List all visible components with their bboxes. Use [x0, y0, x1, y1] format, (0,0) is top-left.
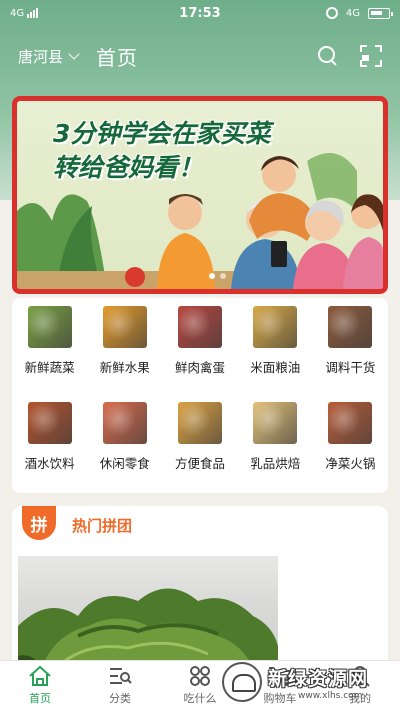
category-item[interactable]: 方便食品	[162, 402, 237, 498]
page-title: 首页	[96, 45, 139, 70]
what-to-eat-icon	[190, 666, 210, 686]
group-buy-section: 拼 热门拼团	[12, 506, 388, 676]
watermark-title: 新绿资源网	[268, 667, 369, 690]
search-icon[interactable]	[318, 46, 338, 66]
watermark-url: www.xlhs.com	[298, 690, 363, 701]
nav-label: 吃什么	[183, 692, 217, 705]
promo-banner[interactable]: 3分钟学会在家买菜 转给爸妈看！	[12, 96, 388, 294]
pagination-dot-active[interactable]	[209, 273, 215, 279]
signal-icon	[27, 8, 39, 18]
app-header: 唐河县 首页	[0, 38, 400, 74]
snacks-icon	[102, 402, 147, 444]
category-label: 乳品烘焙	[250, 456, 301, 471]
category-icon	[110, 668, 132, 684]
dairy-bakery-icon	[253, 402, 298, 444]
banner-headline-line1: 3分钟学会在家买菜	[53, 119, 271, 148]
location-label: 唐河县	[18, 47, 64, 66]
network-type: 4G	[10, 7, 25, 19]
watermark-text: 新绿资源网 www.xlhs.com	[268, 664, 368, 701]
watermark: 新绿资源网 www.xlhs.com	[218, 654, 400, 710]
nav-label: 首页	[29, 692, 51, 705]
banner-headline: 3分钟学会在家买菜 转给爸妈看！	[53, 117, 270, 185]
category-item[interactable]: 休闲零食	[87, 402, 162, 498]
category-label: 休闲零食	[99, 456, 150, 471]
chevron-down-icon	[68, 48, 80, 60]
status-bar: 4G 17:53 4G	[0, 0, 400, 26]
category-panel: 新鲜蔬菜 新鲜水果 鲜肉禽蛋 米面粮油 调料干货 酒水饮料 休闲零食 方便食品 …	[12, 298, 388, 493]
category-item[interactable]: 新鲜蔬菜	[12, 306, 87, 402]
home-icon	[29, 665, 51, 686]
meat-icon	[177, 306, 222, 348]
grain-oil-icon	[253, 306, 298, 348]
category-label: 米面粮油	[250, 360, 301, 375]
status-left: 4G	[10, 7, 39, 19]
drinks-icon	[27, 402, 72, 444]
location-selector[interactable]: 唐河县	[18, 46, 80, 67]
nav-category[interactable]: 分类	[80, 661, 160, 710]
category-item[interactable]: 乳品烘焙	[238, 402, 313, 498]
alarm-icon	[325, 7, 338, 19]
banner-pagination	[209, 273, 226, 279]
category-item[interactable]: 调料干货	[313, 306, 388, 402]
category-label: 方便食品	[174, 456, 225, 471]
pagination-dot[interactable]	[220, 273, 226, 279]
category-item[interactable]: 米面粮油	[238, 306, 313, 402]
category-label: 新鲜水果	[99, 360, 150, 375]
nav-label: 分类	[109, 692, 131, 705]
category-label: 净菜火锅	[325, 456, 376, 471]
category-label: 鲜肉禽蛋	[174, 360, 225, 375]
banner-headline-line2: 转给爸妈看！	[53, 153, 204, 182]
vegetables-icon	[27, 306, 72, 348]
hotpot-icon	[328, 402, 373, 444]
category-item[interactable]: 鲜肉禽蛋	[162, 306, 237, 402]
scan-icon[interactable]	[360, 45, 382, 67]
network-type-right: 4G	[345, 7, 360, 19]
spices-icon	[328, 306, 373, 348]
category-grid: 新鲜蔬菜 新鲜水果 鲜肉禽蛋 米面粮油 调料干货 酒水饮料 休闲零食 方便食品 …	[12, 298, 388, 498]
category-item[interactable]: 酒水饮料	[12, 402, 87, 498]
watermark-logo-icon	[222, 662, 262, 702]
status-right: 4G	[325, 7, 393, 19]
header-actions	[318, 45, 382, 67]
category-label: 酒水饮料	[24, 456, 75, 471]
nav-home[interactable]: 首页	[0, 661, 80, 710]
category-item[interactable]: 净菜火锅	[313, 402, 388, 498]
group-buy-title[interactable]: 热门拼团	[72, 515, 132, 536]
category-label: 调料干货	[325, 360, 376, 375]
instant-food-icon	[177, 402, 222, 444]
fruits-icon	[102, 306, 147, 348]
category-item[interactable]: 新鲜水果	[87, 306, 162, 402]
group-buy-badge: 拼	[22, 506, 56, 540]
category-label: 新鲜蔬菜	[24, 360, 75, 375]
battery-icon	[368, 7, 393, 19]
